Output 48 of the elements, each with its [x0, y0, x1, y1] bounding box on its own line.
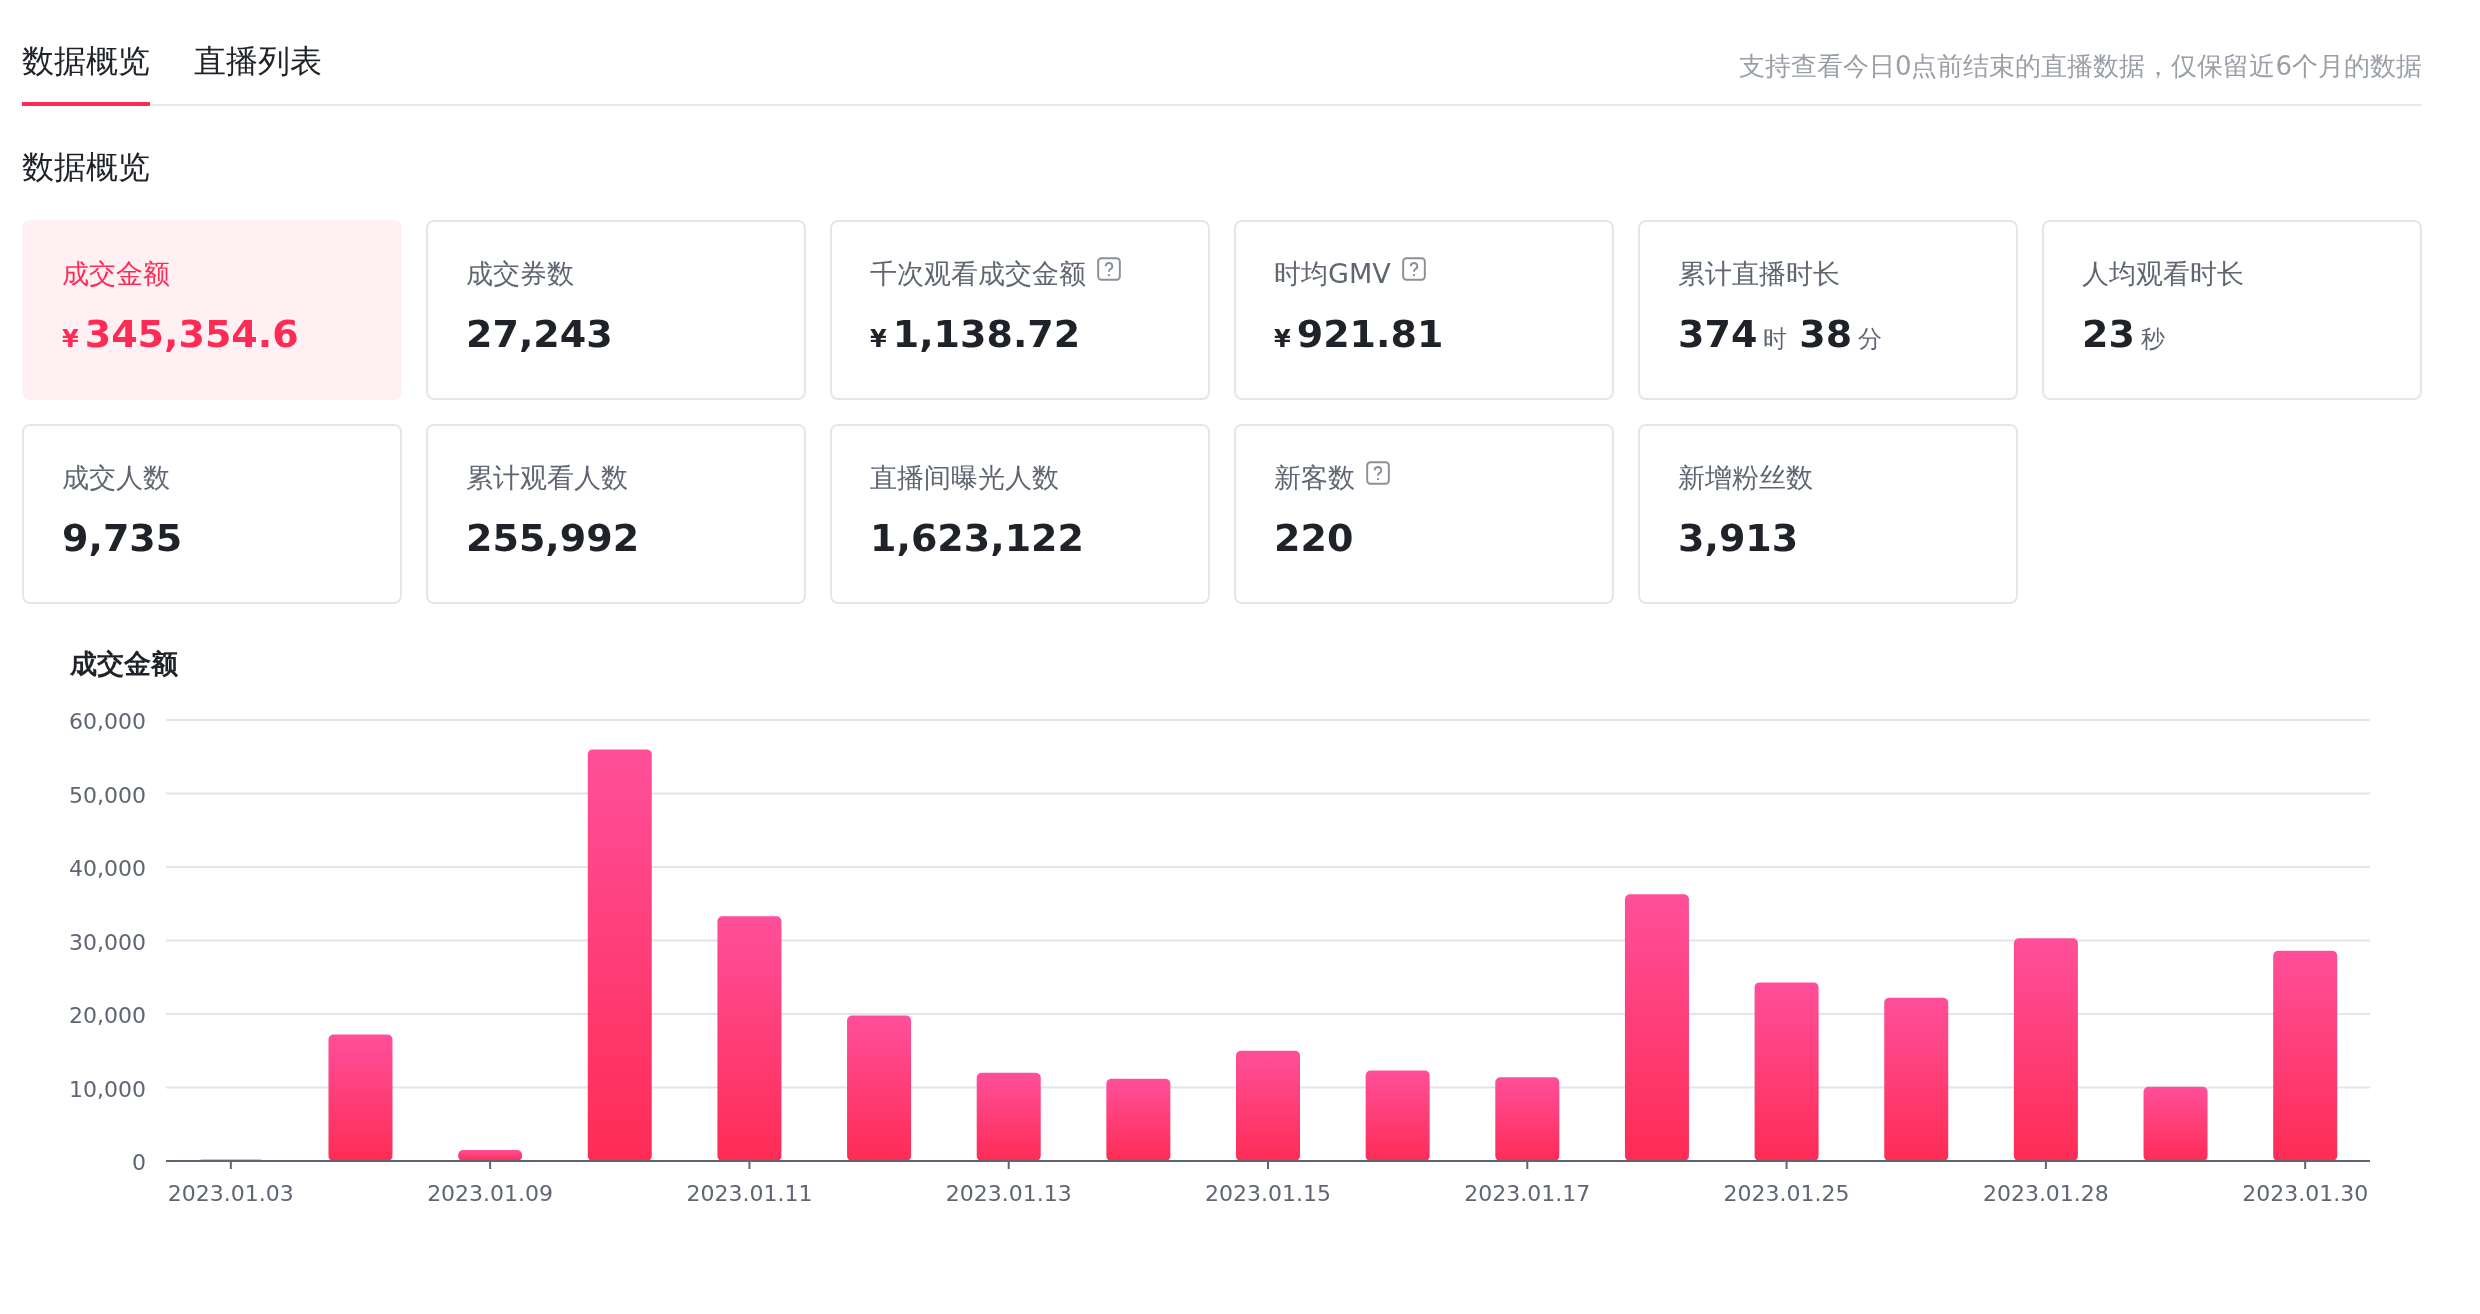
unit-label: 分: [1858, 324, 1883, 355]
x-axis-label: 2023.01.11: [686, 1181, 813, 1204]
unit-label: 时: [1763, 324, 1788, 355]
metric-label: 累计观看人数: [466, 461, 628, 495]
metric-value: 374: [1678, 312, 1758, 356]
metric-value: 921.81: [1296, 312, 1444, 356]
metric-label: 成交人数: [62, 461, 170, 495]
x-axis-label: 2023.01.17: [1464, 1181, 1591, 1204]
x-axis-label: 2023.01.25: [1723, 1181, 1850, 1204]
metric-value: 3,913: [1678, 516, 1799, 560]
metric-value: 27,243: [466, 312, 613, 356]
metric-label: 时均GMV: [1274, 257, 1391, 291]
metric-label: 新客数: [1274, 461, 1355, 495]
y-axis-label: 10,000: [69, 1076, 146, 1102]
y-axis-label: 50,000: [69, 782, 146, 808]
metric-label: 千次观看成交金额: [870, 257, 1086, 291]
currency-symbol: ¥: [62, 325, 79, 353]
metric-label: 人均观看时长: [2082, 257, 2244, 291]
metric-value: 1,138.72: [892, 312, 1081, 356]
x-axis-label: 2023.01.03: [167, 1181, 294, 1204]
metric-value: 220: [1274, 516, 1354, 560]
metric-label: 新增粉丝数: [1678, 461, 1813, 495]
y-axis-label: 40,000: [69, 856, 146, 881]
unit-label: 秒: [2140, 324, 2165, 355]
section-title: 数据概览: [22, 147, 151, 188]
x-axis-label: 2023.01.30: [2242, 1181, 2369, 1204]
x-axis-label: 2023.01.13: [945, 1181, 1072, 1204]
x-axis-label: 2023.01.15: [1205, 1181, 1331, 1204]
currency-symbol: ¥: [870, 325, 887, 353]
x-axis-label: 2023.01.09: [427, 1181, 554, 1204]
y-axis-label: 20,000: [69, 1003, 146, 1028]
metric-label: 累计直播时长: [1678, 257, 1840, 291]
notice-text: 支持查看今日0点前结束的直播数据，仅保留近6个月的数据: [1738, 50, 2422, 83]
x-axis-label: 2023.01.28: [1982, 1181, 2109, 1204]
metric-value: 345,354.6: [84, 312, 299, 356]
metric-value: 1,623,122: [870, 516, 1084, 560]
y-axis-label: 60,000: [69, 709, 146, 734]
metric-label: 成交金额: [62, 257, 170, 291]
metric-value: 9,735: [62, 516, 183, 560]
metric-label: 成交券数: [466, 257, 574, 291]
chart-title: 成交金额: [70, 647, 179, 681]
metric-value: 255,992: [466, 516, 640, 560]
metric-value: 23: [2082, 312, 2135, 356]
y-axis-label: 0: [132, 1150, 146, 1175]
metric-label: 直播间曝光人数: [870, 461, 1059, 495]
currency-symbol: ¥: [1274, 325, 1291, 353]
metric-value: 38: [1799, 312, 1853, 356]
y-axis-label: 30,000: [69, 929, 146, 955]
